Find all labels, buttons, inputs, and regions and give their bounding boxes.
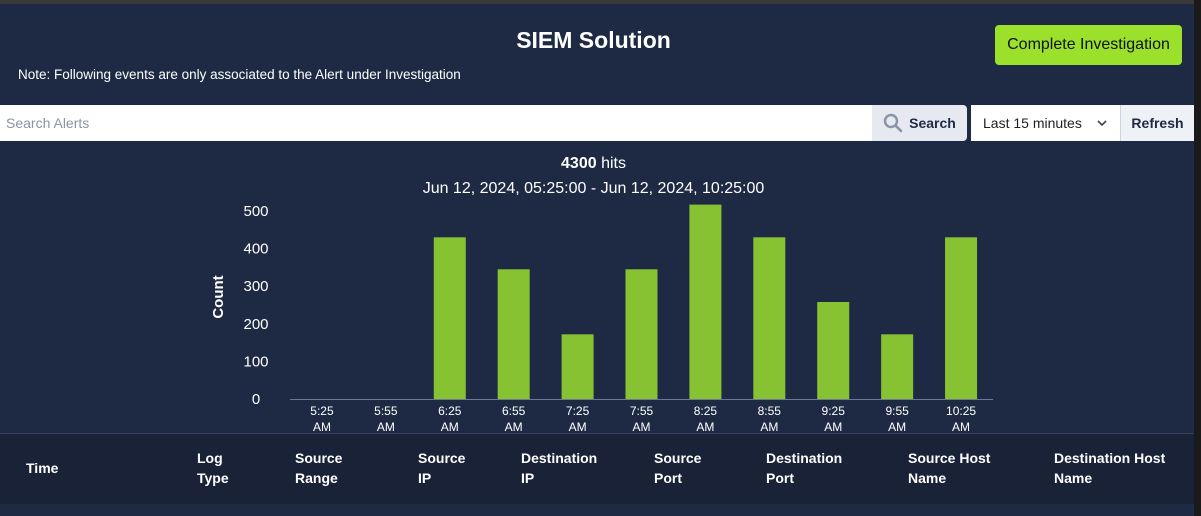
events-table-header: Time Log Type Source Range Source IP Destinatio… (0, 433, 1194, 505)
complete-investigation-button[interactable]: Complete Investigation (995, 25, 1182, 65)
x-tick-label: 7:25 (566, 404, 590, 418)
y-axis-label: Count (210, 275, 227, 318)
column-header-text: Source Host (908, 450, 991, 466)
x-tick-label: AM (441, 420, 459, 434)
x-tick-label: AM (760, 420, 778, 434)
histogram-bar (945, 237, 978, 399)
search-button-label: Search (909, 115, 956, 131)
y-tick-label: 500 (243, 203, 268, 220)
histogram-bar (753, 237, 786, 399)
x-tick-label: 10:25 (946, 404, 976, 418)
histogram-bar (625, 269, 658, 399)
y-tick-label: 0 (252, 391, 260, 408)
x-tick-label: 8:55 (758, 404, 782, 418)
column-header-text: Time (26, 460, 59, 476)
column-header-text: Log (197, 450, 223, 466)
column-header-text: Port (766, 470, 794, 486)
column-header-text: Type (197, 470, 229, 486)
column-header[interactable]: Source Range (295, 448, 342, 488)
histogram-bar (561, 334, 594, 399)
hits-count: 4300 (561, 155, 597, 172)
histogram-bar (433, 237, 466, 399)
x-tick-label: AM (696, 420, 714, 434)
x-tick-label: AM (824, 420, 842, 434)
column-header[interactable]: Source Port (654, 448, 701, 488)
investigation-note: Note: Following events are only associat… (18, 67, 461, 82)
column-header-text: Name (908, 470, 947, 486)
histogram-bar (881, 334, 914, 399)
column-header[interactable]: Destination Port (766, 448, 842, 488)
column-header-text: Name (1054, 470, 1093, 486)
column-header[interactable]: Destination Host Name (1054, 448, 1165, 488)
column-header[interactable]: Destination IP (521, 448, 597, 488)
search-button[interactable]: Search (872, 105, 967, 141)
y-tick-label: 200 (243, 316, 268, 333)
time-range-select[interactable]: Last 15 minutes (971, 105, 1121, 141)
hits-histogram: Count 0 100 200 300 400 500 5:25 AM 5:55 AM 6:25 AM 6… (210, 203, 993, 434)
column-header-text: Destination (521, 450, 598, 466)
window-top-strip (0, 0, 1201, 4)
column-header-text: Source (418, 450, 466, 466)
search-bar: Search Last 15 minutes Refresh (0, 105, 1194, 141)
x-tick-label: 8:25 (694, 404, 718, 418)
table-body (0, 504, 1194, 516)
x-tick-label: AM (505, 420, 523, 434)
search-icon (883, 113, 903, 133)
x-tick-label: 9:55 (885, 404, 909, 418)
column-header[interactable]: Source Host Name (908, 448, 990, 488)
x-tick-label: 9:25 (822, 404, 846, 418)
column-header-text: Destination (766, 450, 843, 466)
y-tick-label: 100 (243, 353, 268, 370)
refresh-button[interactable]: Refresh (1121, 105, 1194, 141)
column-header[interactable]: Source IP (418, 448, 465, 488)
column-header-text: Port (654, 470, 682, 486)
window-edge (1194, 0, 1201, 516)
x-tick-label: AM (952, 420, 970, 434)
search-input[interactable] (0, 105, 872, 141)
time-range-value: Last 15 minutes (983, 115, 1082, 131)
y-tick-label: 400 (243, 241, 268, 258)
hits-suffix: hits (596, 155, 626, 172)
y-tick-label: 300 (243, 278, 268, 295)
x-tick-label: 5:55 (374, 404, 398, 418)
column-header-text: Destination Host (1054, 450, 1166, 466)
x-tick-label: AM (377, 420, 395, 434)
chevron-down-icon (1097, 120, 1107, 127)
column-header-text: Range (295, 470, 338, 486)
histogram-bar (689, 204, 722, 399)
hits-summary: 4300 hits (0, 155, 1187, 173)
x-tick-label: AM (313, 420, 331, 434)
histogram-bar (817, 301, 850, 399)
x-tick-label: 7:55 (630, 404, 654, 418)
column-header-text: Source (654, 450, 702, 466)
column-header[interactable]: Log Type (197, 448, 229, 488)
column-header-text: IP (418, 470, 432, 486)
x-tick-label: AM (888, 420, 906, 434)
column-header-text: IP (521, 470, 535, 486)
column-header-text: Source (295, 450, 343, 466)
histogram-bar (497, 269, 530, 399)
x-tick-label: 5:25 (310, 404, 334, 418)
x-tick-label: AM (569, 420, 587, 434)
column-header[interactable]: Time (26, 458, 58, 478)
x-tick-label: 6:55 (502, 404, 526, 418)
x-tick-label: AM (633, 420, 651, 434)
x-tick-label: 6:25 (438, 404, 462, 418)
